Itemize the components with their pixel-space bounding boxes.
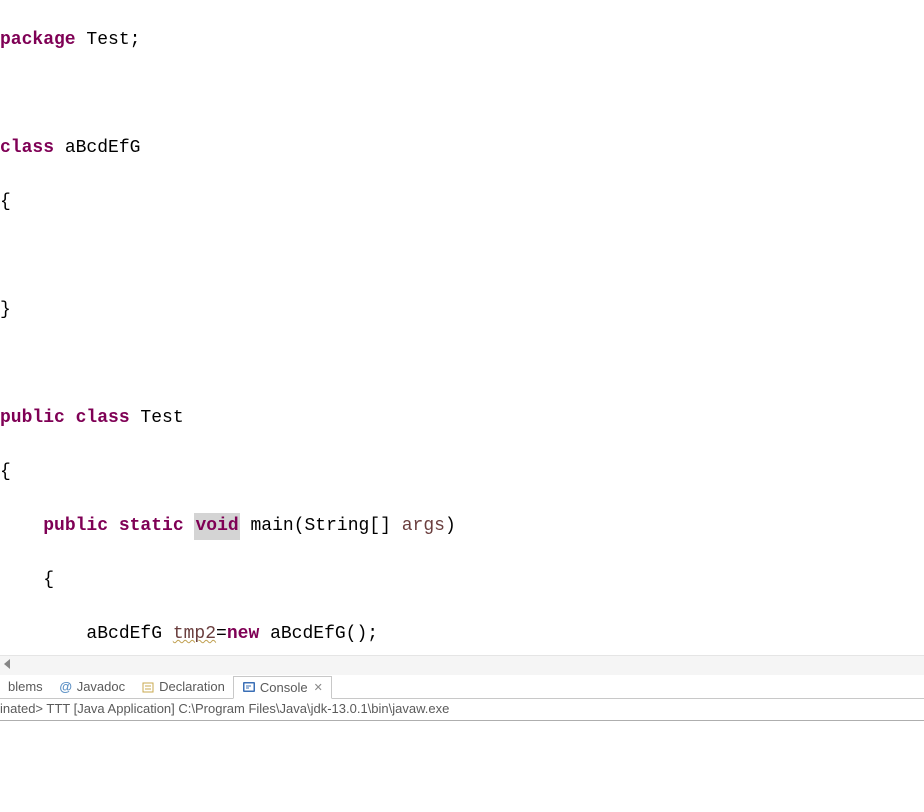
method-sig: main(String[] bbox=[240, 516, 402, 536]
brace: } bbox=[0, 300, 11, 320]
keyword-public: public bbox=[43, 516, 108, 536]
at-icon: @ bbox=[59, 680, 73, 694]
tab-label: blems bbox=[8, 679, 43, 694]
indent bbox=[0, 516, 43, 536]
code-text: Test; bbox=[76, 30, 141, 50]
tab-label: Javadoc bbox=[77, 679, 125, 694]
param-args: args bbox=[402, 516, 445, 536]
declaration-icon bbox=[141, 680, 155, 694]
tab-javadoc[interactable]: @ Javadoc bbox=[51, 675, 133, 698]
tab-console[interactable]: Console ✕ bbox=[233, 676, 332, 699]
code-content[interactable]: package Test; class aBcdEfG { } public c… bbox=[0, 0, 924, 655]
paren: ) bbox=[445, 516, 456, 536]
horizontal-scrollbar[interactable] bbox=[0, 655, 924, 675]
tab-problems[interactable]: blems bbox=[0, 675, 51, 698]
keyword-static: static bbox=[108, 516, 184, 536]
tab-label: Console bbox=[260, 680, 308, 695]
keyword-class: class bbox=[0, 138, 54, 158]
code-text: Test bbox=[130, 408, 184, 428]
console-icon bbox=[242, 680, 256, 694]
code-text: aBcdEfG(); bbox=[259, 624, 378, 644]
keyword-void-highlighted: void bbox=[194, 513, 239, 540]
brace: { bbox=[0, 570, 54, 590]
keyword-package: package bbox=[0, 30, 76, 50]
console-status-text: inated> TTT [Java Application] C:\Progra… bbox=[0, 701, 449, 716]
space bbox=[184, 516, 195, 536]
bottom-tabs-bar: blems @ Javadoc Declaration Console ✕ bbox=[0, 675, 924, 699]
console-output[interactable] bbox=[0, 721, 924, 801]
code-text: aBcdEfG bbox=[54, 138, 140, 158]
close-icon[interactable]: ✕ bbox=[314, 681, 323, 694]
var-tmp2: tmp2 bbox=[173, 624, 216, 644]
keyword-new: new bbox=[227, 624, 259, 644]
code-editor[interactable]: package Test; class aBcdEfG { } public c… bbox=[0, 0, 924, 655]
equals: = bbox=[216, 624, 227, 644]
code-text: aBcdEfG bbox=[0, 624, 173, 644]
console-status-line: inated> TTT [Java Application] C:\Progra… bbox=[0, 699, 924, 721]
keyword-public: public bbox=[0, 408, 65, 428]
brace: { bbox=[0, 462, 11, 482]
keyword-class: class bbox=[65, 408, 130, 428]
scroll-left-icon[interactable] bbox=[4, 659, 10, 669]
brace: { bbox=[0, 192, 11, 212]
tab-label: Declaration bbox=[159, 679, 225, 694]
tab-declaration[interactable]: Declaration bbox=[133, 675, 233, 698]
